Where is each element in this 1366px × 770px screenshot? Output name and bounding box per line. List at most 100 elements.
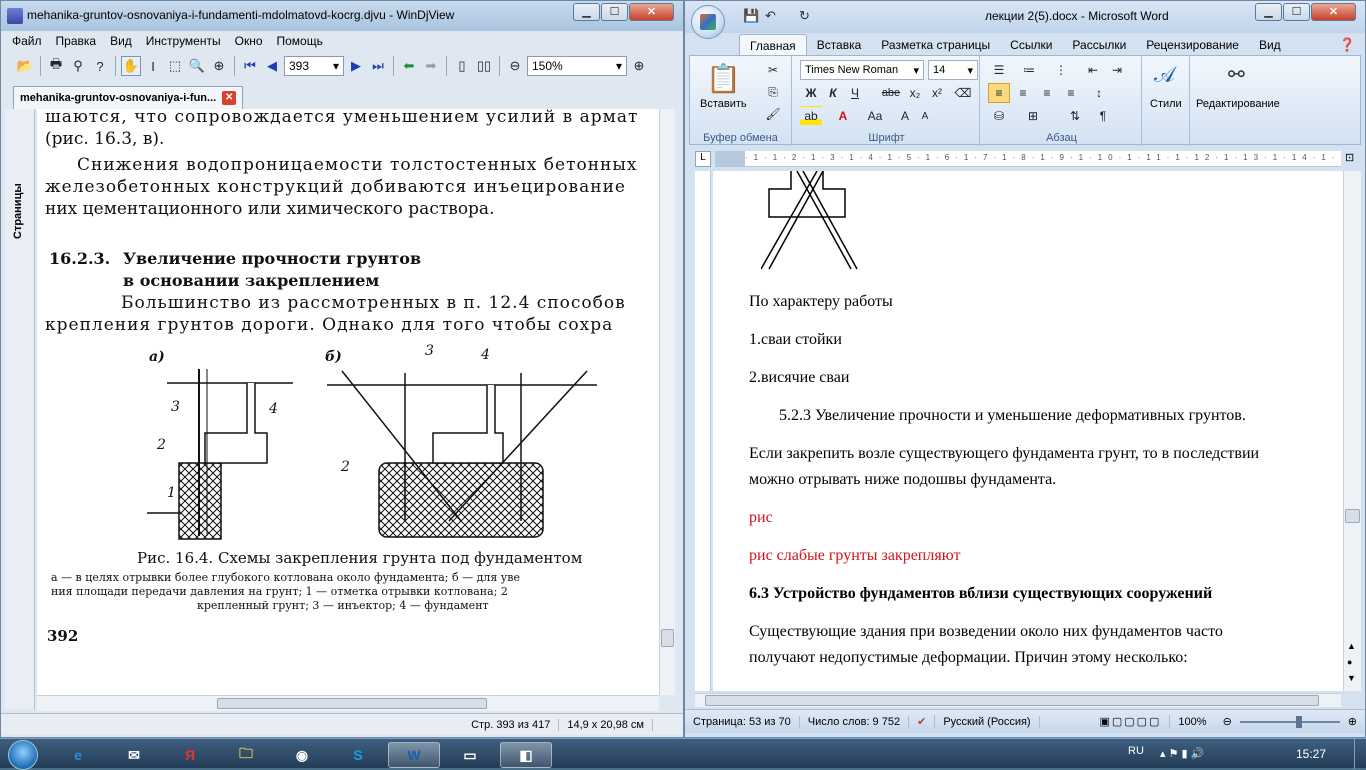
- prev-page-icon[interactable]: ▲: [1347, 641, 1356, 651]
- maximize-button[interactable]: ☐: [601, 3, 628, 21]
- menu-window[interactable]: Окно: [228, 32, 270, 50]
- word-titlebar[interactable]: 💾 ↶ ↻ лекции 2(5).docx - Microsoft Word …: [685, 1, 1365, 39]
- shading-icon[interactable]: ⛁: [988, 106, 1010, 126]
- windjview-taskbar-icon[interactable]: ◧: [500, 742, 552, 768]
- single-page-icon[interactable]: ▯: [452, 56, 472, 76]
- page-number-input[interactable]: 393 ▾: [284, 56, 344, 76]
- tab-view[interactable]: Вид: [1249, 34, 1291, 57]
- clear-format-icon[interactable]: ⌫: [952, 83, 974, 103]
- djvu-titlebar[interactable]: mehanika-gruntov-osnovaniya-i-fundamenti…: [1, 1, 683, 31]
- view-ruler-icon[interactable]: ⊡: [1345, 151, 1361, 167]
- pages-side-panel[interactable]: Страницы: [5, 109, 35, 709]
- editing-group[interactable]: ⚯ Редактирование: [1192, 56, 1284, 146]
- back-icon[interactable]: ⬅: [399, 56, 419, 76]
- office-button[interactable]: [691, 5, 725, 39]
- close-button[interactable]: ✕: [1311, 3, 1356, 21]
- align-center-button[interactable]: ≡: [1012, 83, 1034, 103]
- word-horizontal-scrollbar[interactable]: [695, 693, 1341, 707]
- decrease-indent-icon[interactable]: ⇤: [1082, 60, 1104, 80]
- zoom-rect-icon[interactable]: ⊕: [209, 56, 229, 76]
- last-page-icon[interactable]: ⏭: [368, 56, 388, 76]
- djvu-vertical-scrollbar[interactable]: [659, 109, 675, 695]
- paste-icon[interactable]: 📋: [706, 62, 741, 95]
- status-page[interactable]: Страница: 53 из 70: [685, 715, 800, 728]
- status-zoom[interactable]: 100%: [1170, 716, 1214, 728]
- zoom-out-icon[interactable]: ⊖: [1215, 715, 1240, 728]
- browse-object-icon[interactable]: ●: [1347, 657, 1352, 667]
- close-tab-icon[interactable]: ✕: [222, 91, 237, 105]
- borders-icon[interactable]: ⊞: [1022, 106, 1044, 126]
- copy-icon[interactable]: ⎘: [762, 82, 784, 102]
- tab-page-layout[interactable]: Разметка страницы: [871, 34, 1000, 57]
- forward-icon[interactable]: ➡: [421, 56, 441, 76]
- prev-page-icon[interactable]: ◀: [262, 56, 282, 76]
- word-hscroll-thumb[interactable]: [705, 695, 1319, 706]
- select-rect-icon[interactable]: ⬚: [165, 56, 185, 76]
- next-page-icon[interactable]: ▼: [1347, 673, 1356, 683]
- print-icon[interactable]: 🖶: [46, 56, 66, 76]
- word-vertical-scrollbar[interactable]: ▲ ● ▼: [1343, 171, 1361, 691]
- next-page-icon[interactable]: ▶: [346, 56, 366, 76]
- find-icon[interactable]: ⚲: [68, 56, 88, 76]
- italic-button[interactable]: К: [822, 83, 844, 103]
- windows-taskbar-icon[interactable]: ▭: [444, 742, 496, 768]
- open-icon[interactable]: 📂: [15, 56, 35, 76]
- status-word-count[interactable]: Число слов: 9 752: [800, 715, 910, 728]
- justify-button[interactable]: ≡: [1060, 83, 1082, 103]
- superscript-button[interactable]: x²: [926, 83, 948, 103]
- show-marks-icon[interactable]: ¶: [1092, 106, 1114, 126]
- show-desktop-button[interactable]: [1354, 739, 1366, 769]
- spelling-icon[interactable]: ✔: [909, 715, 936, 728]
- increase-indent-icon[interactable]: ⇥: [1106, 60, 1128, 80]
- start-button[interactable]: [8, 740, 38, 770]
- chrome-taskbar-icon[interactable]: ◉: [276, 742, 328, 768]
- djvu-hscroll-thumb[interactable]: [217, 698, 487, 709]
- djvu-page-view[interactable]: шаются, что сопровождается уменьшением у…: [37, 109, 659, 709]
- clock[interactable]: 15:27: [1296, 747, 1326, 761]
- first-page-icon[interactable]: ⏮: [240, 56, 260, 76]
- menu-file[interactable]: Файл: [5, 32, 49, 50]
- zoom-out-icon[interactable]: ⊖: [505, 56, 525, 76]
- menu-help[interactable]: Помощь: [270, 32, 330, 50]
- explorer-taskbar-icon[interactable]: 🗀: [220, 742, 272, 768]
- grow-font-icon[interactable]: A: [894, 106, 916, 126]
- skype-taskbar-icon[interactable]: S: [332, 742, 384, 768]
- zoom-in-icon[interactable]: ⊕: [1340, 715, 1365, 728]
- cut-icon[interactable]: ✂: [762, 60, 784, 80]
- multilevel-list-icon[interactable]: ⋮: [1050, 60, 1072, 80]
- menu-edit[interactable]: Правка: [49, 32, 104, 50]
- close-button[interactable]: ✕: [629, 3, 674, 21]
- tab-selector-icon[interactable]: L: [695, 151, 711, 167]
- facing-pages-icon[interactable]: ▯▯: [474, 56, 494, 76]
- status-language[interactable]: Русский (Россия): [935, 715, 1040, 728]
- bullets-icon[interactable]: ☰: [988, 60, 1010, 80]
- menu-tools[interactable]: Инструменты: [139, 32, 228, 50]
- paste-button-label[interactable]: Вставить: [700, 98, 747, 110]
- align-left-button[interactable]: ≡: [988, 83, 1010, 103]
- document-tab[interactable]: mehanika-gruntov-osnovaniya-i-fun... ✕: [13, 86, 244, 109]
- menu-view[interactable]: Вид: [103, 32, 139, 50]
- highlight-icon[interactable]: ab: [800, 106, 822, 126]
- zoom-select[interactable]: 150% ▾: [527, 56, 627, 76]
- tab-review[interactable]: Рецензирование: [1136, 34, 1249, 57]
- minimize-button[interactable]: ▁: [1255, 3, 1282, 21]
- select-text-icon[interactable]: I: [143, 56, 163, 76]
- ie-taskbar-icon[interactable]: e: [52, 742, 104, 768]
- minimize-button[interactable]: ▁: [573, 3, 600, 21]
- font-color-icon[interactable]: A: [832, 106, 854, 126]
- djvu-vscroll-thumb[interactable]: [661, 629, 674, 647]
- align-right-button[interactable]: ≡: [1036, 83, 1058, 103]
- word-taskbar-icon[interactable]: W: [388, 742, 440, 768]
- help-icon[interactable]: ❓: [1339, 37, 1355, 53]
- document-page[interactable]: По характеру работы 1.сваи стойки 2.вися…: [713, 171, 1343, 691]
- undo-icon[interactable]: ↶: [765, 8, 776, 24]
- font-name-select[interactable]: Times New Roman ▾: [800, 60, 924, 80]
- hand-tool-icon[interactable]: ✋: [121, 56, 141, 76]
- outlook-taskbar-icon[interactable]: ✉: [108, 742, 160, 768]
- change-case-icon[interactable]: Aa: [864, 106, 886, 126]
- styles-group[interactable]: 𝒜 Стили: [1144, 56, 1190, 146]
- tray-icons[interactable]: ▴ ⚑ ▮ 🔊: [1160, 747, 1204, 760]
- format-painter-icon[interactable]: 🖌: [762, 104, 784, 124]
- line-spacing-icon[interactable]: ↕: [1088, 83, 1110, 103]
- tab-mailings[interactable]: Рассылки: [1062, 34, 1136, 57]
